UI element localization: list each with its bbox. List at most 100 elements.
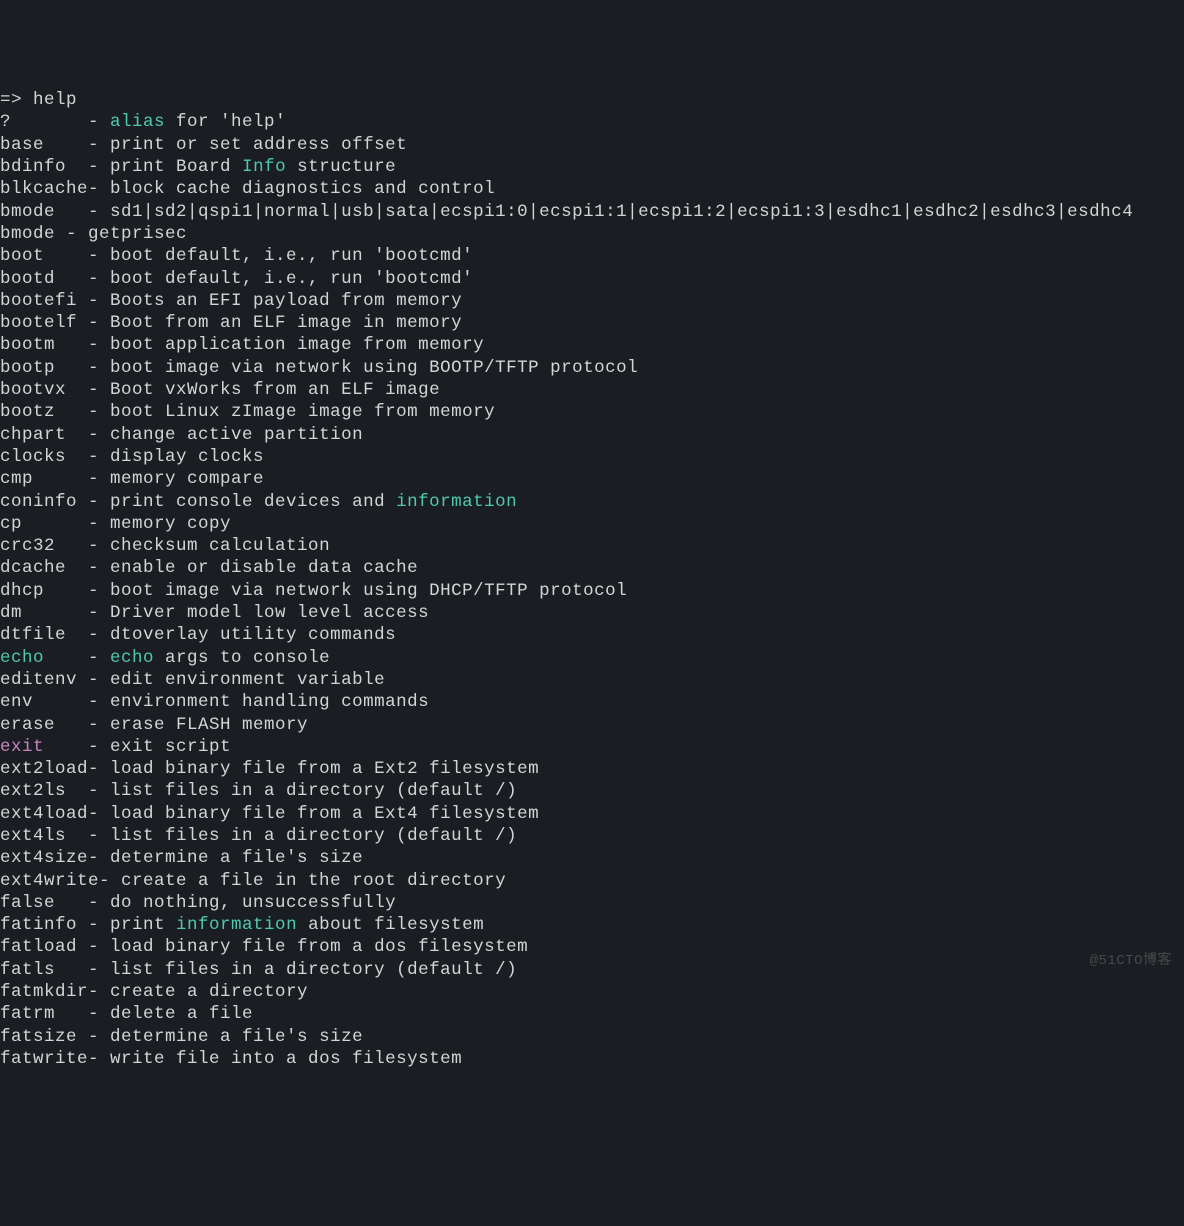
help-description-part: display clocks: [110, 447, 264, 467]
help-description-part: checksum calculation: [110, 536, 330, 556]
help-separator: -: [66, 380, 110, 400]
help-description-part: write file into a dos filesystem: [110, 1049, 462, 1069]
help-separator: -: [66, 558, 110, 578]
help-description-part: Boots an EFI payload from memory: [110, 291, 462, 311]
help-command: fatls: [0, 960, 55, 980]
help-separator: -: [77, 492, 110, 512]
help-description-part: boot image via network using BOOTP/TFTP …: [110, 358, 638, 378]
help-description-part: delete a file: [110, 1004, 253, 1024]
help-separator: -: [55, 335, 110, 355]
help-separator: -: [55, 715, 110, 735]
help-separator: -: [22, 603, 110, 623]
help-command: bmode - getprisec: [0, 224, 187, 244]
help-description-part: echo: [110, 648, 154, 668]
help-separator: -: [44, 581, 110, 601]
help-separator: -: [88, 759, 110, 779]
help-description-part: change active partition: [110, 425, 363, 445]
help-separator: -: [66, 826, 110, 846]
help-separator: -: [44, 737, 110, 757]
help-description-part: sd1|sd2|qspi1|normal|usb|sata|ecspi1:0|e…: [110, 202, 1133, 222]
help-separator: -: [55, 536, 110, 556]
help-description-part: create a file in the root directory: [121, 871, 506, 891]
help-separator: -: [77, 937, 110, 957]
help-command: ext4ls: [0, 826, 66, 846]
help-separator: -: [55, 269, 110, 289]
help-description-part: load binary file from a dos filesystem: [110, 937, 528, 957]
help-command: boot: [0, 246, 44, 266]
help-description-part: list files in a directory (default /): [110, 960, 517, 980]
help-description-part: boot default, i.e., run 'bootcmd': [110, 246, 473, 266]
help-command: fatrm: [0, 1004, 55, 1024]
help-description-part: block cache diagnostics and control: [110, 179, 495, 199]
help-command: dhcp: [0, 581, 44, 601]
help-lines: ? - alias for 'help' base - print or set…: [0, 111, 1184, 1070]
help-command: crc32: [0, 536, 55, 556]
help-command: ?: [0, 112, 11, 132]
help-command: bmode: [0, 202, 55, 222]
help-separator: -: [77, 313, 110, 333]
help-command: false: [0, 893, 55, 913]
help-separator: -: [55, 893, 110, 913]
help-description-part: for 'help': [165, 112, 286, 132]
help-description-part: boot image via network using DHCP/TFTP p…: [110, 581, 627, 601]
help-command: ext4size: [0, 848, 88, 868]
help-separator: -: [66, 447, 110, 467]
watermark: @51CTO博客: [1090, 950, 1172, 972]
help-description-part: print: [110, 915, 176, 935]
help-command: fatsize: [0, 1027, 77, 1047]
help-command: clocks: [0, 447, 66, 467]
help-description-part: print Board: [110, 157, 242, 177]
help-separator: -: [99, 871, 121, 891]
help-description-part: boot application image from memory: [110, 335, 484, 355]
help-command: fatmkdir: [0, 982, 88, 1002]
help-description-part: load binary file from a Ext2 filesystem: [110, 759, 539, 779]
help-separator: -: [88, 982, 110, 1002]
terminal-output: => help ? - alias for 'help' base - prin…: [0, 89, 1184, 1070]
help-description-part: print or set address offset: [110, 135, 407, 155]
help-separator: -: [33, 692, 110, 712]
help-command: echo: [0, 648, 44, 668]
help-separator: -: [22, 514, 110, 534]
help-separator: -: [55, 1004, 110, 1024]
help-command: ext2load: [0, 759, 88, 779]
help-command: bootefi: [0, 291, 77, 311]
help-command: editenv: [0, 670, 77, 690]
help-command: env: [0, 692, 33, 712]
help-separator: -: [88, 804, 110, 824]
help-command: ext4load: [0, 804, 88, 824]
help-description-part: Driver model low level access: [110, 603, 429, 623]
help-command: base: [0, 135, 44, 155]
help-command: dtfile: [0, 625, 66, 645]
help-description-part: erase FLASH memory: [110, 715, 308, 735]
help-separator: -: [66, 625, 110, 645]
help-description-part: load binary file from a Ext4 filesystem: [110, 804, 539, 824]
help-command: ext4write: [0, 871, 99, 891]
help-command: fatinfo: [0, 915, 77, 935]
help-description-part: dtoverlay utility commands: [110, 625, 396, 645]
help-separator: -: [55, 358, 110, 378]
help-separator: -: [44, 246, 110, 266]
help-command: cp: [0, 514, 22, 534]
help-separator: -: [88, 179, 110, 199]
help-command: dcache: [0, 558, 66, 578]
help-separator: -: [88, 1049, 110, 1069]
help-separator: -: [66, 157, 110, 177]
help-command: erase: [0, 715, 55, 735]
help-description-part: memory compare: [110, 469, 264, 489]
help-command: bootvx: [0, 380, 66, 400]
help-description-part: environment handling commands: [110, 692, 429, 712]
help-description-part: information: [396, 492, 517, 512]
help-description-part: list files in a directory (default /): [110, 826, 517, 846]
help-command: coninfo: [0, 492, 77, 512]
help-separator: -: [77, 915, 110, 935]
help-description-part: boot Linux zImage image from memory: [110, 402, 495, 422]
help-separator: -: [33, 469, 110, 489]
help-description-part: Boot from an ELF image in memory: [110, 313, 462, 333]
help-command: bootz: [0, 402, 55, 422]
help-separator: -: [77, 1027, 110, 1047]
help-separator: -: [77, 670, 110, 690]
help-description-part: determine a file's size: [110, 848, 363, 868]
help-description-part: list files in a directory (default /): [110, 781, 517, 801]
help-description-part: create a directory: [110, 982, 308, 1002]
help-separator: -: [77, 291, 110, 311]
